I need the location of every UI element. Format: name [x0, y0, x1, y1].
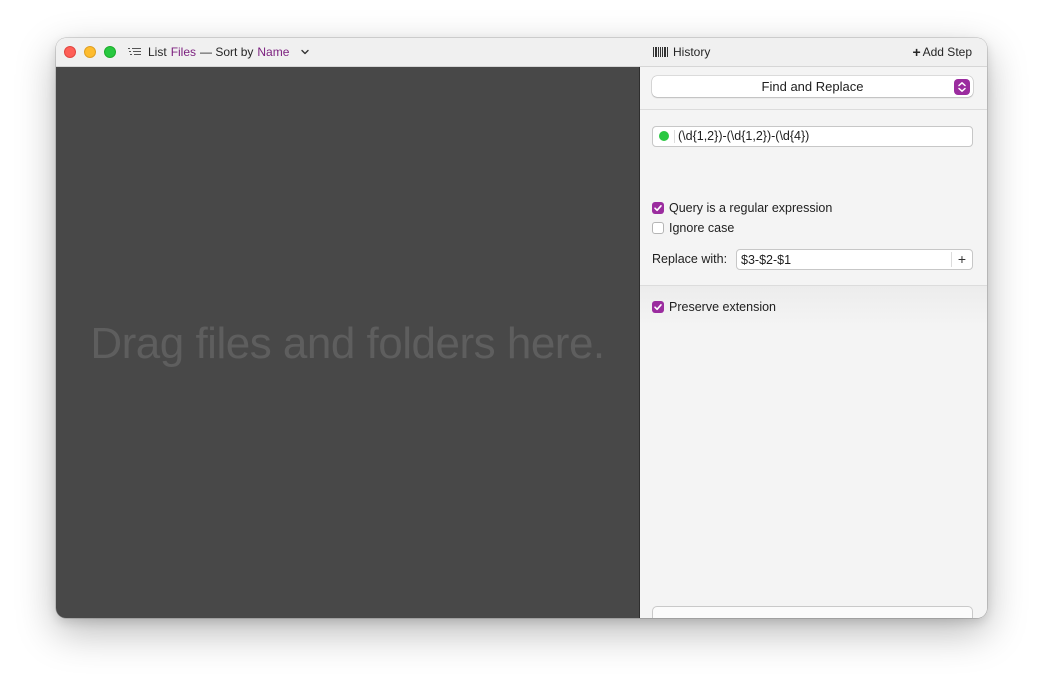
preserve-extension-checkbox[interactable] — [652, 301, 664, 313]
field-divider — [674, 130, 675, 143]
barcode-history-icon — [653, 47, 669, 57]
find-query-text[interactable]: (\d{1,2})-(\d{1,2})-(\d{4}) — [678, 127, 809, 146]
sort-label: — Sort by — [200, 45, 254, 59]
replace-with-field[interactable]: + — [736, 249, 973, 270]
replace-label: Replace with: — [652, 252, 728, 266]
zoom-window-button[interactable] — [104, 46, 116, 58]
ignore-case-checkbox-row[interactable]: Ignore case — [652, 221, 734, 235]
minimize-window-button[interactable] — [84, 46, 96, 58]
plus-icon[interactable]: + — [952, 250, 972, 269]
add-step-button[interactable]: + Add Step — [912, 45, 972, 59]
sort-target[interactable]: Name — [257, 45, 289, 59]
regex-label: Query is a regular expression — [669, 201, 833, 215]
history-label: History — [673, 45, 711, 59]
add-step-label: Add Step — [922, 45, 972, 59]
list-label: List — [148, 45, 167, 59]
history-button[interactable]: History — [653, 45, 710, 59]
find-query-field[interactable]: (\d{1,2})-(\d{1,2})-(\d{4}) — [652, 126, 973, 147]
step-editor-panel: Find and Replace (\d{1,2})-(\d{1,2})-(\d… — [640, 67, 987, 618]
close-window-button[interactable] — [64, 46, 76, 58]
ignore-case-label: Ignore case — [669, 221, 735, 235]
preserve-extension-label: Preserve extension — [669, 300, 777, 314]
chevron-down-icon[interactable] — [299, 46, 311, 58]
titlebar: List Files — Sort by Name History + Add … — [56, 38, 987, 67]
regex-checkbox-row[interactable]: Query is a regular expression — [652, 201, 832, 215]
list-target[interactable]: Files — [171, 45, 196, 59]
file-drop-area[interactable]: Drag files and folders here. — [56, 67, 639, 618]
drop-hint: Drag files and folders here. — [90, 319, 605, 368]
regex-checkbox[interactable] — [652, 202, 664, 214]
ignore-case-checkbox[interactable] — [652, 222, 664, 234]
step-type-select[interactable]: Find and Replace — [652, 76, 973, 97]
app-window: List Files — Sort by Name History + Add … — [56, 38, 987, 618]
replace-input[interactable] — [741, 250, 951, 269]
list-bullet-icon — [128, 47, 141, 57]
step-type-value: Find and Replace — [761, 79, 864, 94]
preserve-extension-row[interactable]: Preserve extension — [652, 300, 776, 314]
list-sort-menu[interactable]: List Files — Sort by Name — [128, 45, 311, 59]
section-divider — [640, 109, 987, 110]
rename-button[interactable]: There is nothing to rename. — [652, 606, 973, 618]
query-valid-indicator — [659, 131, 669, 141]
plus-icon: + — [912, 44, 921, 60]
up-down-stepper-icon — [954, 79, 970, 95]
